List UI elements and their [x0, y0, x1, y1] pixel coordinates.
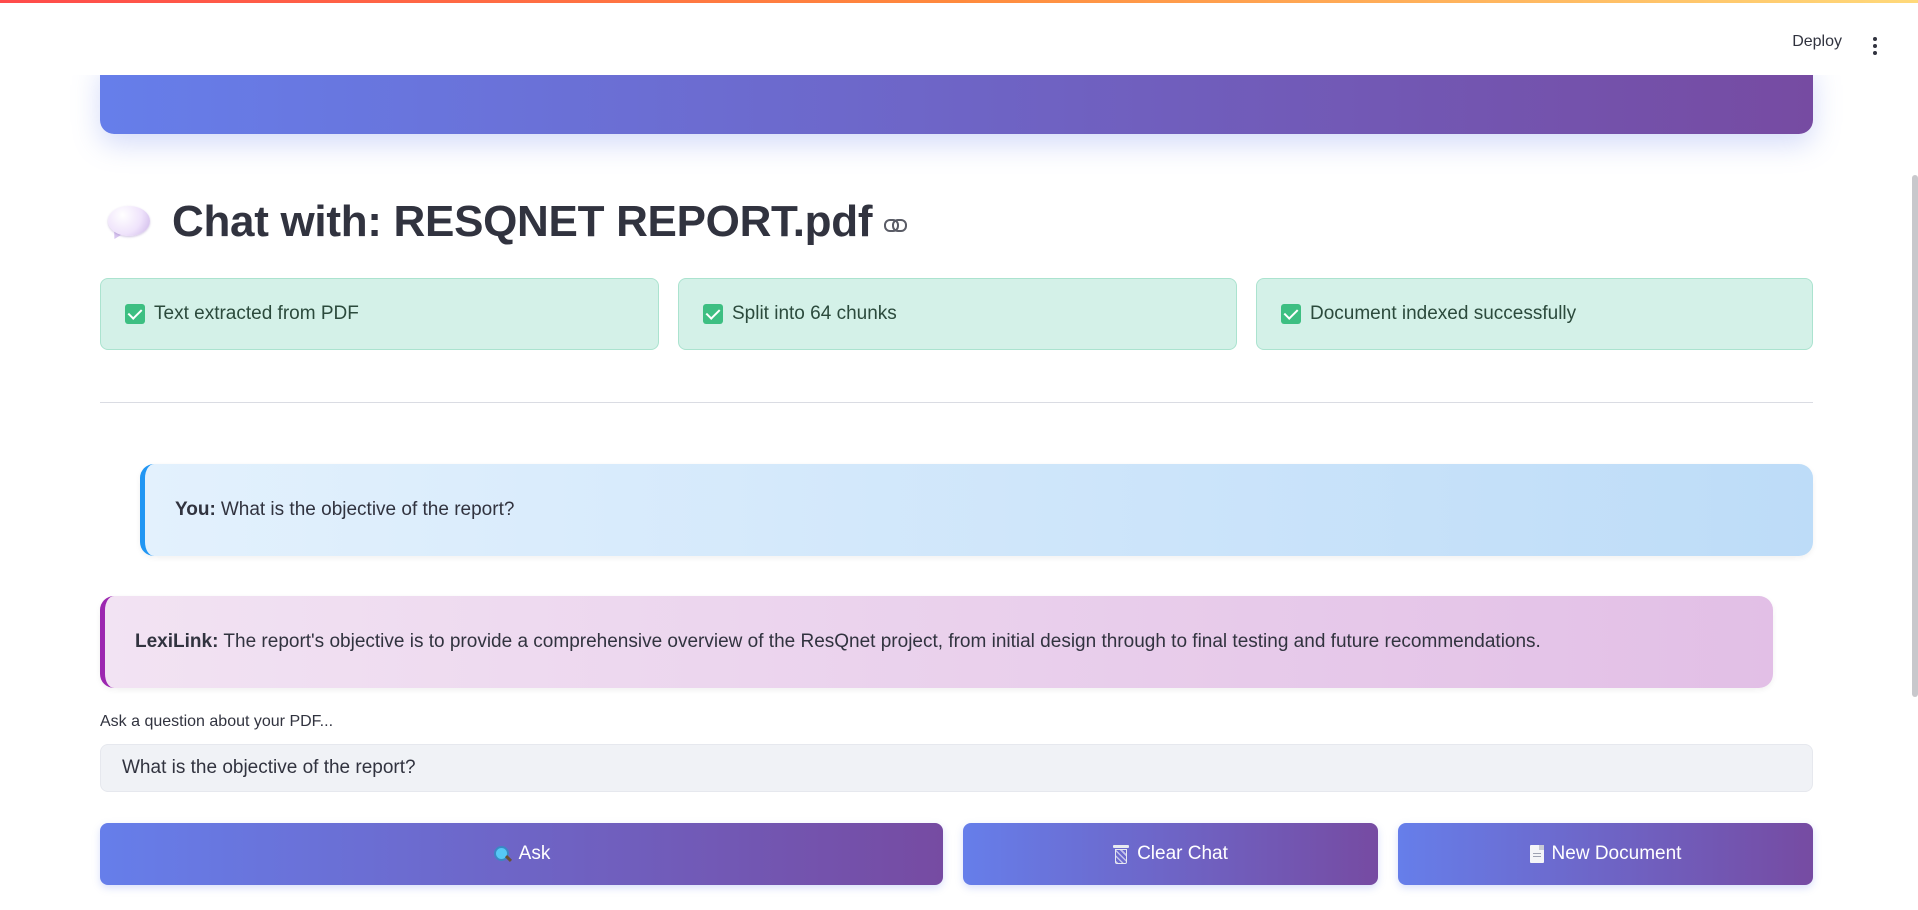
status-card-chunks: Split into 64 chunks — [678, 278, 1237, 350]
app-header: Deploy — [0, 3, 1918, 75]
wastebasket-icon — [1113, 844, 1130, 864]
message-sender: You: — [175, 499, 216, 520]
status-card-text: Split into 64 chunks — [732, 303, 897, 324]
scrollbar[interactable] — [1912, 175, 1918, 697]
page-title-row: Chat with: RESQNET REPORT.pdf — [106, 190, 908, 254]
page-title: Chat with: RESQNET REPORT.pdf — [172, 197, 873, 246]
status-card-text: Document indexed successfully — [1310, 303, 1577, 324]
check-box-icon — [703, 304, 723, 324]
divider — [100, 402, 1813, 403]
deploy-button[interactable]: Deploy — [1792, 33, 1842, 51]
question-input-label: Ask a question about your PDF... — [100, 713, 334, 730]
chat-message-assistant: LexiLink: The report's objective is to p… — [100, 596, 1773, 688]
speech-bubble-icon — [106, 204, 152, 242]
link-icon[interactable] — [884, 219, 908, 232]
magnifying-glass-icon — [493, 845, 512, 863]
ask-button-label: Ask — [518, 843, 551, 864]
clear-chat-button-label: Clear Chat — [1137, 843, 1228, 864]
new-document-button-label: New Document — [1551, 843, 1682, 864]
new-document-button[interactable]: New Document — [1398, 823, 1813, 885]
clear-chat-button[interactable]: Clear Chat — [963, 823, 1378, 885]
kebab-menu-icon[interactable] — [1872, 37, 1878, 57]
message-text: What is the objective of the report? — [220, 499, 515, 520]
check-box-icon — [1281, 304, 1301, 324]
question-input[interactable]: What is the objective of the report? — [100, 744, 1813, 792]
message-sender: LexiLink: — [135, 631, 219, 652]
status-card-text-extracted: Text extracted from PDF — [100, 278, 659, 350]
document-icon — [1529, 845, 1544, 863]
chat-message-user: You: What is the objective of the report… — [140, 464, 1813, 556]
message-text: The report's objective is to provide a c… — [223, 631, 1541, 652]
ask-button[interactable]: Ask — [100, 823, 943, 885]
status-card-text: Text extracted from PDF — [154, 303, 359, 324]
status-card-indexed: Document indexed successfully — [1256, 278, 1813, 350]
check-box-icon — [125, 304, 145, 324]
